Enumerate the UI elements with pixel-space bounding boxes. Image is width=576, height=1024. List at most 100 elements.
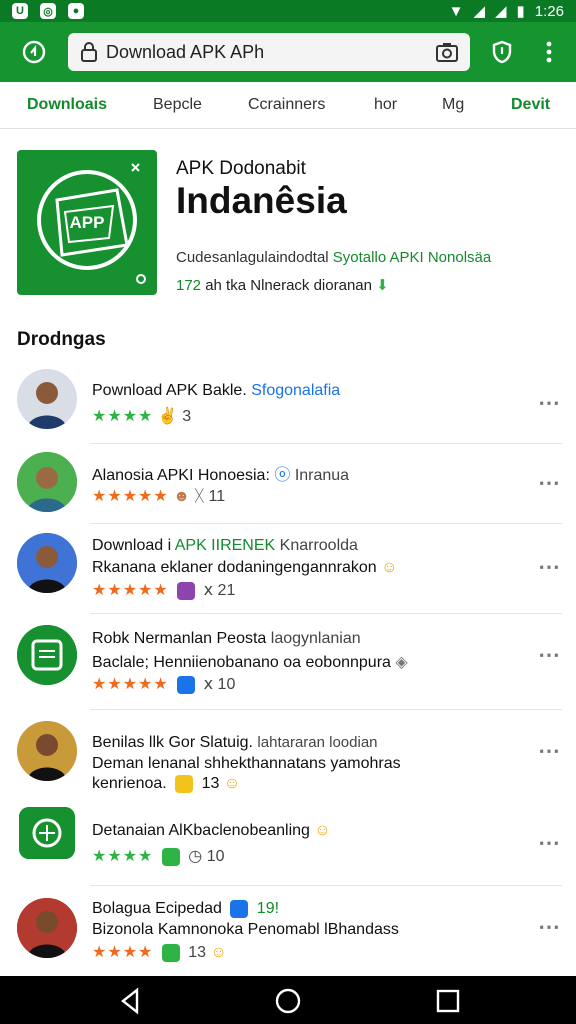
system-icons: ▼ ◢ ◢ ▮ 1:26 [449,0,564,22]
section-title: Drodngas [17,329,106,350]
item-title: Benilas llk Gor Slatuig. lahtararan lood… [92,734,378,752]
signal-icon: ◢ [473,3,485,20]
close-mark-icon: ᚷ [194,488,205,505]
app-stats-number: 172 [176,277,202,294]
face-icon: ☻ [173,488,191,505]
tab-devit[interactable]: Devit [511,96,550,114]
battery-icon: ▮ [516,3,525,20]
item-title: Download i APK IIRENEK Knarroolda [92,537,358,555]
item-meta: ★★★★★ ☻ ᚷ 11 [92,486,225,506]
item-title-text: Robk Nermanlan Peosta [92,630,267,647]
emoji-icon: ☺ [223,775,241,793]
more-options-icon[interactable]: ⋯ [538,914,560,940]
app-stats: 172 ah tka Nlnerack dioranan ⬇ [176,276,389,294]
avatar [17,452,77,512]
item-count: 13 [201,775,220,793]
item-meta: ★★★★★ ⅹ 21 [92,580,235,600]
item-description-text: Baclale; Henniienobanano oa eobonnpura [92,654,391,671]
app-icon[interactable]: APP [17,150,157,295]
app-subtitle: APK Dodonabit [176,158,306,179]
item-count: 10 [206,848,225,865]
lock-icon [81,42,97,62]
list-item[interactable]: Alanosia APKI Honoesia: ⓞ Inranua ★★★★★ … [0,444,576,524]
badge-icon [177,581,196,600]
tab-ccrainners[interactable]: Ccrainners [248,96,325,114]
app-stats-text: ah tka Nlnerack dioranan [205,277,372,294]
menu-icon[interactable] [533,36,565,68]
notification-icon-3: ● [68,3,84,19]
item-title: Detanaian AlKbaclenobeanling ☺ [92,822,331,840]
star-rating: ★★★★ [92,848,154,865]
clock-icon: ◷ [188,848,203,865]
item-title-accent: Sfogonalafia [251,382,341,399]
item-description-end: kenrienoa. [92,775,167,793]
item-title-accent: laogynlanian [270,630,361,647]
item-title-text: Download i [92,537,172,554]
more-options-icon[interactable]: ⋯ [538,390,560,416]
badge-icon [161,847,180,866]
app-avatar [17,625,77,685]
item-count: 13 [188,944,207,961]
badge-icon [177,675,196,694]
camera-icon[interactable] [436,42,458,62]
avatar [17,533,77,593]
more-options-icon[interactable]: ⋯ [538,470,560,496]
app-avatar [19,807,75,859]
tab-hor[interactable]: hor [374,96,397,114]
item-title-accent: APK IIRENEK [174,537,276,554]
home-icon[interactable] [18,36,50,68]
url-bar[interactable]: Download APK APh [68,33,470,71]
info-icon: ⓞ [274,467,291,484]
tab-mg[interactable]: Mg [442,96,464,114]
item-title-text: Benilas llk Gor Slatuig. [92,734,253,751]
item-meta: kenrienoa. 13 ☺ [92,775,240,793]
list-item[interactable]: Bolagua Ecipedad 19! Bizonola Kamnonoka … [0,886,576,974]
item-title-text: Pownload APK Bakle. [92,382,247,399]
shield-small-icon: ◈ [395,654,408,671]
item-count: 21 [217,582,236,599]
emoji-icon: ☺ [210,944,227,961]
emoji-icon: ☺ [381,559,398,576]
more-options-icon[interactable]: ⋯ [538,554,560,580]
list-item[interactable]: Pownload APK Bakle. Sfogonalafia ★★★★ ✌ … [0,362,576,444]
item-title-accent: Inranua [294,467,350,484]
item-meta: ★★★★ ◷ 10 [92,846,225,866]
more-options-icon[interactable]: ⋯ [538,830,560,856]
list-item[interactable]: Detanaian AlKbaclenobeanling ☺ ★★★★ ◷ 10… [0,800,576,886]
back-icon[interactable] [115,986,145,1016]
item-title: Pownload APK Bakle. Sfogonalafia [92,382,340,400]
list-item[interactable]: Download i APK IIRENEK Knarroolda Rkanan… [0,524,576,614]
item-title-text: Bolagua Ecipedad [92,900,222,918]
more-options-icon[interactable]: ⋯ [538,738,560,764]
tab-bepcle[interactable]: Bepcle [153,96,202,114]
shield-icon[interactable] [486,36,518,68]
item-title-rest: Knarroolda [279,537,358,554]
item-title-text: Detanaian AlKbaclenobeanling [92,822,310,839]
item-meta: ★★★★★ ⅹ 10 [92,674,235,694]
more-options-icon[interactable]: ⋯ [538,642,560,668]
emoji-icon: ☺ [314,822,331,839]
url-text[interactable]: Download APK APh [106,33,264,71]
item-title: Robk Nermanlan Peosta laogynlanian [92,630,361,648]
badge-icon [175,775,194,793]
pin-icon: ⅹ [203,582,214,599]
handshake-icon: ✌ [157,408,178,425]
notification-icon-1: U [12,3,28,19]
list-item[interactable]: Robk Nermanlan Peosta laogynlanian Bacla… [0,614,576,710]
wifi-icon: ▼ [448,2,464,20]
download-icon: ⬇ [376,277,389,294]
app-description-accent: Syotallo APKI Nonolsäa [332,249,492,266]
signal-icon-2: ◢ [494,3,507,20]
list-item[interactable]: Benilas llk Gor Slatuig. lahtararan lood… [0,710,576,800]
notification-icon-2: ◎ [40,3,56,19]
recents-icon[interactable] [433,986,463,1016]
item-title-text: Alanosia APKI Honoesia: [92,467,270,484]
home-button-icon[interactable] [273,986,303,1016]
system-nav-bar [0,976,576,1024]
item-title: Alanosia APKI Honoesia: ⓞ Inranua [92,461,349,485]
badge-icon [161,943,180,962]
star-rating: ★★★★ [92,944,154,961]
status-bar: U ◎ ● ▼ ◢ ◢ ▮ 1:26 [0,0,576,22]
tab-downloads[interactable]: Downloais [27,96,107,114]
avatar [17,898,77,958]
